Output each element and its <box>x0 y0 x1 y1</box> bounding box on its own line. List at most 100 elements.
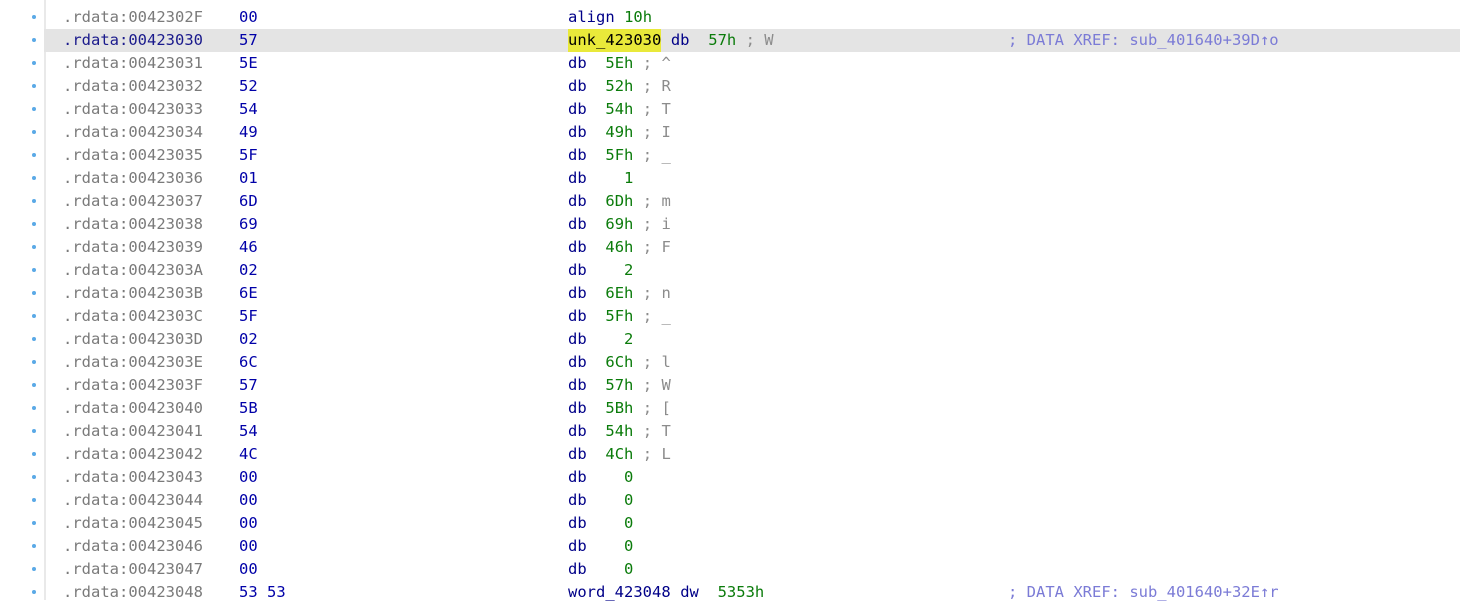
row-operand: 4Ch <box>605 445 634 463</box>
row-operand: 0 <box>605 468 634 486</box>
row-mnemonic: db <box>568 192 587 210</box>
listing-row[interactable]: .rdata:00423047 00 db 0 <box>32 558 1460 581</box>
row-operand: 5Fh <box>605 307 634 325</box>
row-bytes: 57 <box>239 31 258 49</box>
row-operand: 54h <box>605 422 634 440</box>
row-operand: 10h <box>624 8 653 26</box>
listing-row[interactable]: .rdata:00423046 00 db 0 <box>32 535 1460 558</box>
listing-row[interactable]: .rdata:00423039 46 db 46h ; F <box>32 236 1460 259</box>
row-address: .rdata:00423045 <box>63 514 203 532</box>
listing-row[interactable]: .rdata:00423038 69 db 69h ; i <box>32 213 1460 236</box>
row-operand: 0 <box>605 537 634 555</box>
row-operand: 0 <box>605 491 634 509</box>
row-bytes: 00 <box>239 560 258 578</box>
row-bytes: 52 <box>239 77 258 95</box>
row-address: .rdata:00423031 <box>63 54 203 72</box>
row-address: .rdata:00423033 <box>63 100 203 118</box>
row-bytes: 00 <box>239 537 258 555</box>
row-address: .rdata:0042303C <box>63 307 203 325</box>
row-mnemonic: db <box>568 261 587 279</box>
breakpoint-dot-icon[interactable] <box>32 199 36 203</box>
row-xref[interactable]: ; DATA XREF: sub_401640+39D↑o <box>1008 29 1279 52</box>
row-bytes: 54 <box>239 100 258 118</box>
listing-row[interactable]: .rdata:0042303D 02 db 2 <box>32 328 1460 351</box>
row-bytes: 00 <box>239 491 258 509</box>
breakpoint-dot-icon[interactable] <box>32 38 36 42</box>
breakpoint-dot-icon[interactable] <box>32 475 36 479</box>
breakpoint-dot-icon[interactable] <box>32 222 36 226</box>
row-label[interactable]: word_423048 <box>568 581 671 604</box>
listing-row[interactable]: .rdata:00423048 53 53 word_423048 dw 5353h ; … <box>32 581 1460 604</box>
row-mnemonic: db <box>568 445 587 463</box>
disassembly-view[interactable]: .rdata:0042302F 00 align 10h .rdata:00423030… <box>0 0 1460 601</box>
row-operand: 49h <box>605 123 634 141</box>
breakpoint-dot-icon[interactable] <box>32 268 36 272</box>
row-address: .rdata:00423032 <box>63 77 203 95</box>
row-address: .rdata:00423037 <box>63 192 203 210</box>
listing-row[interactable]: .rdata:0042302F 00 align 10h <box>32 6 1460 29</box>
listing-row[interactable]: .rdata:0042303A 02 db 2 <box>32 259 1460 282</box>
row-bytes: 69 <box>239 215 258 233</box>
breakpoint-dot-icon[interactable] <box>32 15 36 19</box>
row-comment: ; i <box>642 215 671 233</box>
row-operand: 5Eh <box>605 54 634 72</box>
listing-row[interactable]: .rdata:00423032 52 db 52h ; R <box>32 75 1460 98</box>
listing-row[interactable]: .rdata:0042303B 6E db 6Eh ; n <box>32 282 1460 305</box>
breakpoint-dot-icon[interactable] <box>32 521 36 525</box>
breakpoint-dot-icon[interactable] <box>32 107 36 111</box>
breakpoint-dot-icon[interactable] <box>32 544 36 548</box>
listing-row[interactable]: .rdata:00423034 49 db 49h ; I <box>32 121 1460 144</box>
breakpoint-dot-icon[interactable] <box>32 84 36 88</box>
breakpoint-dot-icon[interactable] <box>32 567 36 571</box>
listing-row[interactable]: .rdata:0042303F 57 db 57h ; W <box>32 374 1460 397</box>
row-operand: 6Eh <box>605 284 634 302</box>
breakpoint-dot-icon[interactable] <box>32 176 36 180</box>
row-bytes: 00 <box>239 468 258 486</box>
breakpoint-dot-icon[interactable] <box>32 153 36 157</box>
breakpoint-dot-icon[interactable] <box>32 406 36 410</box>
row-mnemonic: db <box>568 100 587 118</box>
row-label[interactable]: unk_423030 <box>568 29 662 52</box>
breakpoint-dot-icon[interactable] <box>32 291 36 295</box>
listing-row[interactable]: .rdata:00423042 4C db 4Ch ; L <box>32 443 1460 466</box>
breakpoint-dot-icon[interactable] <box>32 337 36 341</box>
row-comment: ; m <box>642 192 671 210</box>
row-address: .rdata:00423038 <box>63 215 203 233</box>
listing-row[interactable]: .rdata:00423045 00 db 0 <box>32 512 1460 535</box>
breakpoint-dot-icon[interactable] <box>32 61 36 65</box>
listing-row[interactable]: .rdata:0042303C 5F db 5Fh ; _ <box>32 305 1460 328</box>
listing-row[interactable]: .rdata:00423036 01 db 1 <box>32 167 1460 190</box>
row-address: .rdata:00423048 <box>63 583 203 601</box>
row-comment: ; _ <box>642 146 671 164</box>
row-address: .rdata:0042302F <box>63 8 203 26</box>
row-operand: 5Bh <box>605 399 634 417</box>
row-xref[interactable]: ; DATA XREF: sub_401640+32E↑r <box>1008 581 1279 604</box>
listing-row[interactable]: .rdata:00423031 5E db 5Eh ; ^ <box>32 52 1460 75</box>
row-comment: ; F <box>642 238 671 256</box>
listing-row[interactable]: .rdata:00423037 6D db 6Dh ; m <box>32 190 1460 213</box>
breakpoint-dot-icon[interactable] <box>32 383 36 387</box>
row-comment: ; L <box>642 445 671 463</box>
breakpoint-dot-icon[interactable] <box>32 130 36 134</box>
breakpoint-dot-icon[interactable] <box>32 360 36 364</box>
listing-row[interactable]: .rdata:00423030 57 unk_423030 db 57h ; W ; DAT… <box>32 29 1460 52</box>
listing-row[interactable]: .rdata:00423044 00 db 0 <box>32 489 1460 512</box>
breakpoint-dot-icon[interactable] <box>32 429 36 433</box>
breakpoint-dot-icon[interactable] <box>32 314 36 318</box>
row-mnemonic: db <box>568 514 587 532</box>
listing-row[interactable]: .rdata:00423033 54 db 54h ; T <box>32 98 1460 121</box>
listing-row[interactable]: .rdata:00423040 5B db 5Bh ; [ <box>32 397 1460 420</box>
row-mnemonic: db <box>568 238 587 256</box>
listing-row[interactable]: .rdata:00423041 54 db 54h ; T <box>32 420 1460 443</box>
row-bytes: 53 53 <box>239 583 286 601</box>
row-address: .rdata:0042303B <box>63 284 203 302</box>
row-operand: 57h <box>708 31 737 49</box>
breakpoint-dot-icon[interactable] <box>32 498 36 502</box>
listing-row[interactable]: .rdata:00423035 5F db 5Fh ; _ <box>32 144 1460 167</box>
breakpoint-dot-icon[interactable] <box>32 590 36 594</box>
listing-row[interactable]: .rdata:00423043 00 db 0 <box>32 466 1460 489</box>
row-bytes: 5F <box>239 307 258 325</box>
breakpoint-dot-icon[interactable] <box>32 452 36 456</box>
breakpoint-dot-icon[interactable] <box>32 245 36 249</box>
listing-row[interactable]: .rdata:0042303E 6C db 6Ch ; l <box>32 351 1460 374</box>
